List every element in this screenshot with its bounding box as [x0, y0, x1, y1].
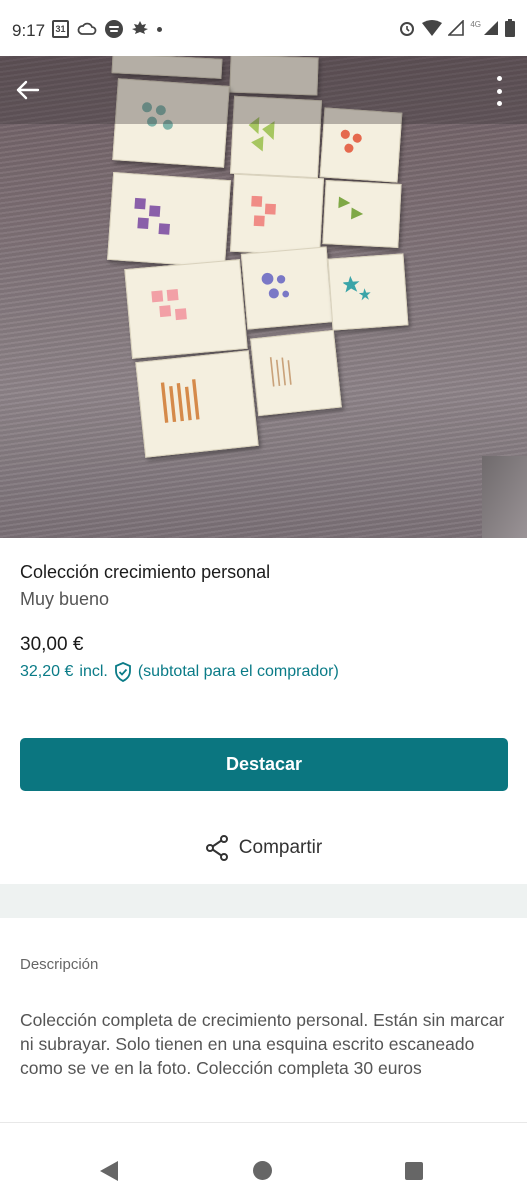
alarm-icon: [400, 22, 415, 36]
more-notifications-icon: [157, 26, 162, 32]
buyer-price-amount: 32,20 €: [20, 663, 74, 680]
buyer-price-info[interactable]: 32,20 € incl. (subtotal para el comprado…: [20, 662, 339, 682]
share-button[interactable]: Compartir: [0, 830, 527, 866]
book-image: [322, 180, 402, 248]
listing-condition: Muy bueno: [20, 589, 110, 609]
book-image: [107, 171, 231, 269]
book-image: [135, 350, 259, 458]
book-image: [124, 259, 248, 359]
share-icon: [205, 835, 228, 861]
wifi-icon: [422, 20, 443, 36]
maple-leaf-icon: [132, 21, 148, 34]
network-type-label: 4G: [470, 19, 481, 29]
arrow-left-icon[interactable]: [12, 76, 44, 104]
shield-check-icon: [114, 662, 131, 682]
nav-home-icon[interactable]: [253, 1161, 272, 1180]
listing-title: Colección crecimiento personal: [20, 562, 271, 582]
share-label: Compartir: [238, 837, 323, 858]
book-image: [250, 329, 342, 417]
status-system-icons: 4G: [398, 19, 515, 37]
buyer-price-suffix: incl.: [79, 663, 108, 680]
calendar-icon: 31: [52, 20, 69, 38]
status-time: 9:17: [12, 21, 46, 40]
listing-price: 30,00 €: [20, 634, 84, 655]
nav-back-icon[interactable]: [100, 1161, 118, 1181]
signal-icon: [448, 20, 465, 36]
photo-toolbar: [0, 56, 527, 124]
system-nav-bar: [0, 1122, 527, 1200]
highlight-button[interactable]: Destacar: [20, 738, 508, 791]
buyer-price-note: (subtotal para el comprador): [137, 663, 339, 680]
signal-4g-icon: [484, 21, 498, 35]
spotify-icon: [105, 20, 123, 38]
status-notification-icons: 31: [52, 20, 162, 38]
book-image: [240, 246, 334, 330]
battery-icon: [505, 19, 515, 37]
nav-recents-icon[interactable]: [405, 1162, 423, 1180]
cloud-icon: [77, 22, 97, 35]
book-image: [230, 173, 324, 257]
listing-photo[interactable]: [0, 56, 527, 538]
book-image: [327, 253, 409, 331]
status-bar: 9:17 31 4G: [0, 0, 527, 56]
photo-background-object: [482, 456, 527, 538]
description-heading: Descripción: [20, 956, 99, 973]
section-divider: [0, 884, 527, 918]
more-vertical-icon[interactable]: [489, 76, 509, 106]
description-text: Colección completa de crecimiento person…: [20, 1010, 505, 1078]
